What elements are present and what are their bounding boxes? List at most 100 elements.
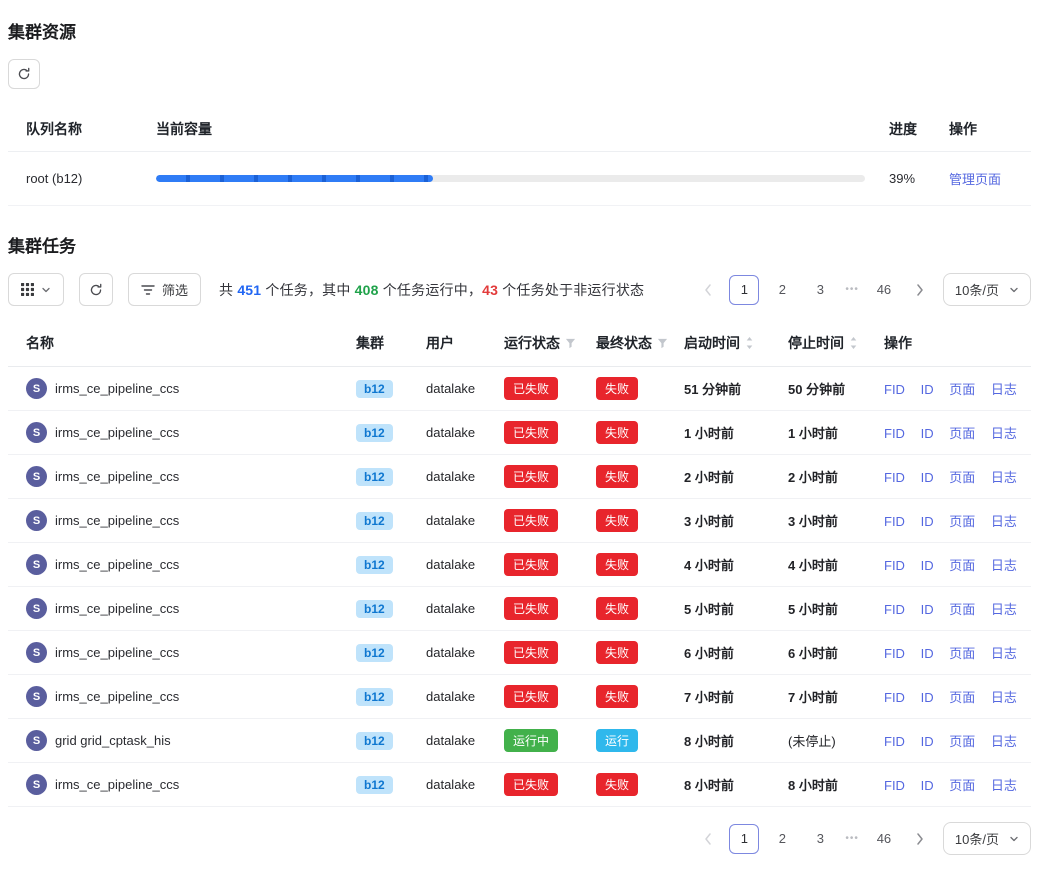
pagination-next[interactable]: [907, 275, 933, 305]
tasks-header-row: 名称 集群 用户 运行状态 最终状态: [8, 320, 1031, 367]
action-log-link[interactable]: 日志: [991, 426, 1017, 441]
page-size-select[interactable]: 10条/页: [943, 273, 1031, 306]
avatar: S: [26, 378, 47, 399]
action-log-link[interactable]: 日志: [991, 514, 1017, 529]
action-page-link[interactable]: 页面: [949, 514, 975, 529]
col-stop-time: 停止时间: [780, 320, 876, 367]
pagination-page-last[interactable]: 46: [869, 275, 899, 305]
pagination-page-3[interactable]: 3: [805, 275, 835, 305]
action-fid-link[interactable]: FID: [884, 470, 905, 485]
pagination-prev[interactable]: [695, 824, 721, 854]
action-id-link[interactable]: ID: [921, 646, 934, 661]
final-status-badge: 失败: [596, 377, 638, 400]
view-mode-button[interactable]: [8, 273, 64, 306]
pagination-page-1[interactable]: 1: [729, 824, 759, 854]
pagination-page-1[interactable]: 1: [729, 275, 759, 305]
action-page-link[interactable]: 页面: [949, 426, 975, 441]
pagination-page-3[interactable]: 3: [805, 824, 835, 854]
pagination-prev[interactable]: [695, 275, 721, 305]
action-id-link[interactable]: ID: [921, 778, 934, 793]
action-log-link[interactable]: 日志: [991, 690, 1017, 705]
action-id-link[interactable]: ID: [921, 514, 934, 529]
resources-refresh-button[interactable]: [8, 59, 40, 89]
stop-time: 1 小时前: [788, 426, 838, 441]
pagination-next[interactable]: [907, 824, 933, 854]
action-id-link[interactable]: ID: [921, 558, 934, 573]
action-fid-link[interactable]: FID: [884, 734, 905, 749]
action-fid-link[interactable]: FID: [884, 514, 905, 529]
action-fid-link[interactable]: FID: [884, 426, 905, 441]
task-table-body: S irms_ce_pipeline_ccs b12 datalake 已失败 …: [8, 367, 1031, 807]
page-size-select[interactable]: 10条/页: [943, 822, 1031, 855]
resources-table: 队列名称 当前容量 进度 操作 root (b12) 39% 管理页面: [8, 107, 1031, 206]
table-row: S irms_ce_pipeline_ccs b12 datalake 已失败 …: [8, 631, 1031, 675]
stopped-count: 43: [482, 282, 498, 298]
run-status-filter-icon[interactable]: [565, 338, 576, 349]
user-name: datalake: [426, 689, 475, 704]
action-page-link[interactable]: 页面: [949, 690, 975, 705]
avatar: S: [26, 510, 47, 531]
start-time-sort-icon[interactable]: [745, 336, 754, 350]
action-log-link[interactable]: 日志: [991, 602, 1017, 617]
tasks-refresh-button[interactable]: [79, 273, 113, 306]
col-queue-name: 队列名称: [8, 107, 148, 152]
action-page-link[interactable]: 页面: [949, 602, 975, 617]
action-id-link[interactable]: ID: [921, 382, 934, 397]
action-id-link[interactable]: ID: [921, 470, 934, 485]
action-page-link[interactable]: 页面: [949, 734, 975, 749]
action-id-link[interactable]: ID: [921, 690, 934, 705]
stop-time: (未停止): [788, 734, 836, 749]
action-fid-link[interactable]: FID: [884, 558, 905, 573]
action-page-link[interactable]: 页面: [949, 646, 975, 661]
running-count: 408: [355, 282, 379, 298]
pagination-ellipsis[interactable]: •••: [843, 284, 861, 295]
action-log-link[interactable]: 日志: [991, 778, 1017, 793]
final-status-filter-icon[interactable]: [657, 338, 668, 349]
action-log-link[interactable]: 日志: [991, 470, 1017, 485]
action-fid-link[interactable]: FID: [884, 778, 905, 793]
final-status-badge: 失败: [596, 773, 638, 796]
action-log-link[interactable]: 日志: [991, 734, 1017, 749]
action-page-link[interactable]: 页面: [949, 778, 975, 793]
action-id-link[interactable]: ID: [921, 426, 934, 441]
filter-button-label: 筛选: [162, 280, 188, 299]
stop-time-sort-icon[interactable]: [849, 336, 858, 350]
task-name: irms_ce_pipeline_ccs: [55, 557, 179, 572]
action-page-link[interactable]: 页面: [949, 382, 975, 397]
action-fid-link[interactable]: FID: [884, 382, 905, 397]
user-name: datalake: [426, 513, 475, 528]
action-page-link[interactable]: 页面: [949, 558, 975, 573]
task-name: irms_ce_pipeline_ccs: [55, 513, 179, 528]
start-time: 8 小时前: [684, 734, 734, 749]
filter-button[interactable]: 筛选: [128, 273, 201, 306]
action-page-link[interactable]: 页面: [949, 470, 975, 485]
action-id-link[interactable]: ID: [921, 734, 934, 749]
progress-percent: 39%: [881, 152, 941, 206]
action-fid-link[interactable]: FID: [884, 602, 905, 617]
task-name: irms_ce_pipeline_ccs: [55, 645, 179, 660]
action-log-link[interactable]: 日志: [991, 646, 1017, 661]
pagination-ellipsis[interactable]: •••: [843, 833, 861, 844]
stop-time: 7 小时前: [788, 690, 838, 705]
avatar: S: [26, 466, 47, 487]
start-time: 51 分钟前: [684, 382, 741, 397]
action-log-link[interactable]: 日志: [991, 558, 1017, 573]
action-log-link[interactable]: 日志: [991, 382, 1017, 397]
user-name: datalake: [426, 425, 475, 440]
stop-time: 5 小时前: [788, 602, 838, 617]
action-fid-link[interactable]: FID: [884, 690, 905, 705]
pagination-page-2[interactable]: 2: [767, 275, 797, 305]
avatar: S: [26, 642, 47, 663]
table-row: S irms_ce_pipeline_ccs b12 datalake 已失败 …: [8, 455, 1031, 499]
action-id-link[interactable]: ID: [921, 602, 934, 617]
chevron-right-icon: [916, 833, 924, 845]
final-status-badge: 失败: [596, 685, 638, 708]
table-row: S irms_ce_pipeline_ccs b12 datalake 已失败 …: [8, 499, 1031, 543]
page: 集群资源 队列名称 当前容量 进度 操作 root (b12): [0, 0, 1039, 875]
action-fid-link[interactable]: FID: [884, 646, 905, 661]
pagination-page-2[interactable]: 2: [767, 824, 797, 854]
run-status-badge: 运行中: [504, 729, 558, 752]
task-name: irms_ce_pipeline_ccs: [55, 381, 179, 396]
manage-page-link[interactable]: 管理页面: [949, 172, 1001, 187]
pagination-page-last[interactable]: 46: [869, 824, 899, 854]
